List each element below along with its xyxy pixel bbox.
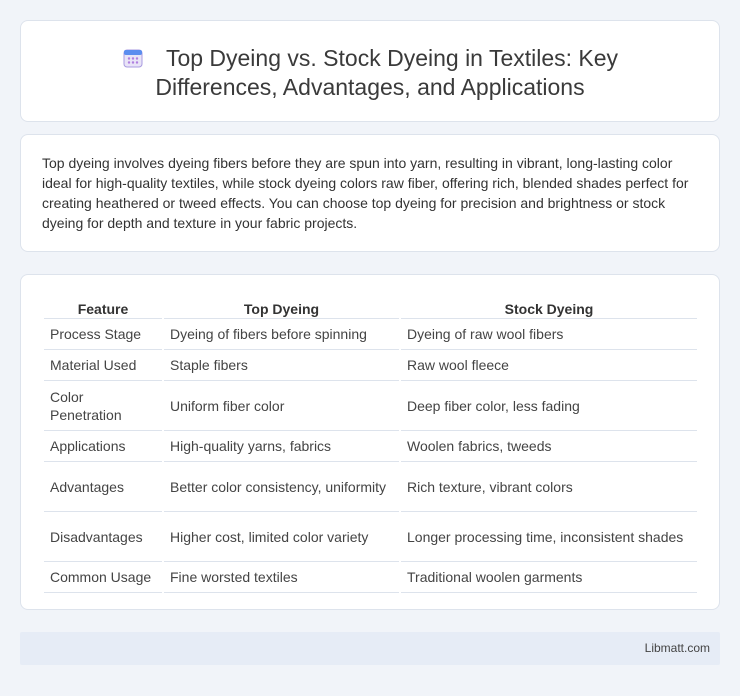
table-row: Disadvantages Higher cost, limited color… [44,512,697,562]
top-dyeing-cell: Better color consistency, uniformity [164,462,399,512]
stock-dyeing-cell: Traditional woolen garments [401,562,697,593]
table-row: Material Used Staple fibers Raw wool fle… [44,350,697,381]
page-title: Top Dyeing vs. Stock Dyeing in Textiles:… [60,44,680,102]
title-wrap: Top Dyeing vs. Stock Dyeing in Textiles:… [21,44,719,102]
table-row: Common Usage Fine worsted textiles Tradi… [44,562,697,593]
stock-dyeing-cell: Woolen fabrics, tweeds [401,431,697,462]
header-card: Top Dyeing vs. Stock Dyeing in Textiles:… [20,20,720,122]
stock-dyeing-cell: Dyeing of raw wool fibers [401,319,697,350]
feature-cell: Advantages [44,462,162,512]
page-title-text: Top Dyeing vs. Stock Dyeing in Textiles:… [155,45,619,100]
stock-dyeing-cell: Raw wool fleece [401,350,697,381]
top-dyeing-cell: Uniform fiber color [164,381,399,431]
footer-bar: Libmatt.com [20,632,720,665]
top-dyeing-cell: Fine worsted textiles [164,562,399,593]
stock-dyeing-cell: Longer processing time, inconsistent sha… [401,512,697,562]
top-dyeing-cell: Dyeing of fibers before spinning [164,319,399,350]
intro-card: Top dyeing involves dyeing fibers before… [20,134,720,252]
comparison-table: Feature Top Dyeing Stock Dyeing Process … [42,295,699,593]
table-row: Applications High-quality yarns, fabrics… [44,431,697,462]
header-stock-dyeing: Stock Dyeing [401,295,697,319]
header-feature: Feature [44,295,162,319]
feature-cell: Color Penetration [44,381,162,431]
feature-cell: Applications [44,431,162,462]
table-row: Process Stage Dyeing of fibers before sp… [44,319,697,350]
intro-paragraph: Top dyeing involves dyeing fibers before… [42,155,689,231]
table-header-row: Feature Top Dyeing Stock Dyeing [44,295,697,319]
top-dyeing-cell: High-quality yarns, fabrics [164,431,399,462]
stock-dyeing-cell: Deep fiber color, less fading [401,381,697,431]
calendar-icon [123,49,143,68]
table-row: Advantages Better color consistency, uni… [44,462,697,512]
footer-brand-link[interactable]: Libmatt.com [645,641,710,655]
feature-cell: Common Usage [44,562,162,593]
feature-cell: Disadvantages [44,512,162,562]
stock-dyeing-cell: Rich texture, vibrant colors [401,462,697,512]
feature-cell: Material Used [44,350,162,381]
header-top-dyeing: Top Dyeing [164,295,399,319]
top-dyeing-cell: Higher cost, limited color variety [164,512,399,562]
comparison-table-card: Feature Top Dyeing Stock Dyeing Process … [20,274,720,610]
table-row: Color Penetration Uniform fiber color De… [44,381,697,431]
top-dyeing-cell: Staple fibers [164,350,399,381]
feature-cell: Process Stage [44,319,162,350]
